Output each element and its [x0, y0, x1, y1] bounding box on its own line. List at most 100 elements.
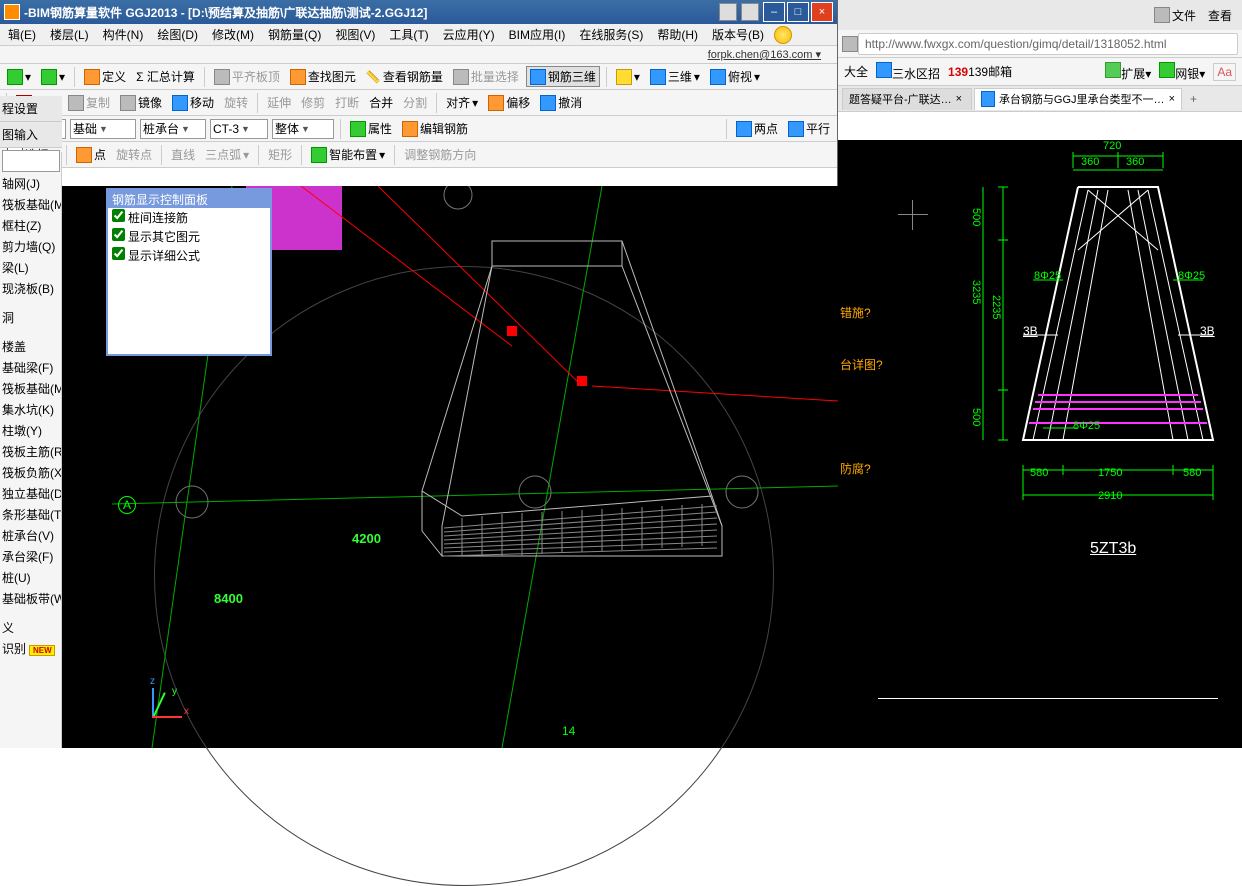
menu-view[interactable]: 视图(V)	[331, 24, 379, 45]
attr-btn[interactable]: 属性	[347, 118, 395, 139]
menu-help[interactable]: 帮助(H)	[653, 24, 702, 45]
sub-dd[interactable]: 桩承台▼	[140, 119, 206, 139]
menu-bim[interactable]: BIM应用(I)	[505, 24, 570, 45]
trim-btn[interactable]: 修剪	[298, 92, 328, 113]
rebar-display-panel[interactable]: 钢筋显示控制面板 桩间连接筋 显示其它图元 显示详细公式	[106, 188, 272, 356]
edit-rebar-btn[interactable]: 编辑钢筋	[399, 118, 471, 139]
panel-title[interactable]: 钢筋显示控制面板	[108, 190, 270, 208]
define-btn[interactable]: 定义	[81, 66, 129, 87]
tab-1[interactable]: 题答疑平台-广联达…×	[842, 88, 972, 110]
rect-btn[interactable]: 矩形	[265, 144, 295, 165]
scope-dd[interactable]: 整体▼	[272, 119, 334, 139]
url-input[interactable]: http://www.fwxgx.com/question/gimq/detai…	[858, 33, 1238, 55]
rotpt-btn[interactable]: 旋转点	[113, 144, 155, 165]
level-btn[interactable]: 平齐板顶	[211, 66, 283, 87]
bm-bank[interactable]: 网银▾	[1159, 62, 1205, 82]
smiley-icon[interactable]	[774, 26, 792, 44]
close-tab-icon[interactable]: ×	[1169, 93, 1175, 105]
side-item[interactable]: 基础梁(F)	[0, 357, 61, 378]
code-dd[interactable]: CT-3▼	[210, 119, 268, 139]
menu-online[interactable]: 在线服务(S)	[575, 24, 647, 45]
batch-btn[interactable]: 批量选择	[450, 66, 522, 87]
cb-show-other[interactable]: 显示其它图元	[108, 227, 270, 246]
close-button[interactable]: ×	[811, 2, 833, 22]
browser-file[interactable]: 文件	[1154, 7, 1196, 24]
mirror-btn[interactable]: 镜像	[117, 92, 165, 113]
side-item[interactable]: 框柱(Z)	[0, 215, 61, 236]
smart-btn[interactable]: 智能布置▾	[308, 144, 388, 165]
twopt-btn[interactable]: 两点	[733, 118, 781, 139]
side-item[interactable]: 剪力墙(Q)	[0, 236, 61, 257]
side-item[interactable]: 识别 NEW	[0, 638, 61, 659]
parallel-btn[interactable]: 平行	[785, 118, 833, 139]
cb-span-rebar[interactable]: 桩间连接筋	[108, 208, 270, 227]
side-input[interactable]	[2, 150, 60, 172]
point-btn[interactable]: 点	[73, 144, 109, 165]
merge-btn[interactable]: 合并	[366, 92, 396, 113]
side-item[interactable]: 筏板负筋(X)	[0, 462, 61, 483]
user-email[interactable]: forpk.chen@163.com ▾	[708, 48, 829, 61]
side-item[interactable]: 梁(L)	[0, 257, 61, 278]
menu-modify[interactable]: 修改(M)	[208, 24, 258, 45]
side-item[interactable]: 轴网(J)	[0, 173, 61, 194]
sum-btn[interactable]: Σ 汇总计算	[133, 66, 198, 87]
close-tab-icon[interactable]: ×	[956, 93, 962, 105]
view3d-btn[interactable]: 三维▾	[647, 66, 703, 87]
break-btn[interactable]: 打断	[332, 92, 362, 113]
type-dd[interactable]: 基础▼	[70, 119, 136, 139]
bm-ext[interactable]: 扩展▾	[1105, 62, 1151, 82]
menu-edit[interactable]: 辑(E)	[4, 24, 40, 45]
extra-icon-a[interactable]	[719, 3, 737, 21]
bm-a2[interactable]: 139139邮箱	[948, 63, 1012, 80]
side-item[interactable]: 筏板基础(M)	[0, 194, 61, 215]
side-item[interactable]: 桩(U)	[0, 567, 61, 588]
side-item[interactable]: 楼盖	[0, 336, 61, 357]
extra-icon-b[interactable]	[741, 3, 759, 21]
adjust-btn[interactable]: 调整钢筋方向	[401, 144, 479, 165]
fwd-btn[interactable]: ▾	[38, 67, 68, 87]
cb-show-formula[interactable]: 显示详细公式	[108, 246, 270, 265]
back-btn[interactable]: ▾	[4, 67, 34, 87]
side-item[interactable]: 基础板带(W)	[0, 588, 61, 609]
menu-component[interactable]: 构件(N)	[99, 24, 148, 45]
browser-view[interactable]: 查看	[1208, 7, 1232, 24]
tab-2[interactable]: 承台钢筋与GGJ里承台类型不一…×	[974, 88, 1182, 110]
filter-btn[interactable]: ▾	[613, 67, 643, 87]
menu-cloud[interactable]: 云应用(Y)	[439, 24, 499, 45]
extend-btn[interactable]: 延伸	[264, 92, 294, 113]
find-btn[interactable]: 查找图元	[287, 66, 359, 87]
offset-btn[interactable]: 偏移	[485, 92, 533, 113]
side-item[interactable]: 条形基础(T)	[0, 504, 61, 525]
side-item[interactable]: 承台梁(F)	[0, 546, 61, 567]
maximize-button[interactable]: □	[787, 2, 809, 22]
rotate-btn[interactable]: 旋转	[221, 92, 251, 113]
align-btn[interactable]: 对齐▾	[443, 92, 481, 113]
side-item[interactable]: 独立基础(D)	[0, 483, 61, 504]
sideview-btn[interactable]: 俯视▾	[707, 66, 763, 87]
arc-btn[interactable]: 三点弧▾	[202, 144, 252, 165]
bm-a1[interactable]: 三水区招	[876, 62, 940, 82]
undo-btn[interactable]: 撤消	[537, 92, 585, 113]
menu-rebar[interactable]: 钢筋量(Q)	[264, 24, 325, 45]
menu-draw[interactable]: 绘图(D)	[153, 24, 202, 45]
minimize-button[interactable]: –	[763, 2, 785, 22]
line-btn[interactable]: 直线	[168, 144, 198, 165]
move-btn[interactable]: 移动	[169, 92, 217, 113]
aa-btn[interactable]: Aa	[1213, 63, 1236, 81]
new-tab-btn[interactable]: +	[1184, 92, 1203, 106]
split-btn[interactable]: 分割	[400, 92, 430, 113]
side-item[interactable]: 集水坑(K)	[0, 399, 61, 420]
side-item[interactable]: 桩承台(V)	[0, 525, 61, 546]
copy-btn[interactable]: 复制	[65, 92, 113, 113]
menu-tool[interactable]: 工具(T)	[385, 24, 432, 45]
side-item[interactable]: 义	[0, 617, 61, 638]
cad-viewport[interactable]: 错施? 台详图? 防腐?	[838, 140, 1242, 748]
side-item[interactable]: 柱墩(Y)	[0, 420, 61, 441]
side-item[interactable]: 现浇板(B)	[0, 278, 61, 299]
side-item[interactable]: 筏板基础(M)	[0, 378, 61, 399]
side-item[interactable]: 筏板主筋(R)	[0, 441, 61, 462]
check-btn[interactable]: 📏查看钢筋量	[363, 66, 446, 87]
side-item[interactable]: 洞	[0, 307, 61, 328]
rebar3d-btn[interactable]: 钢筋三维	[526, 66, 600, 87]
menu-floor[interactable]: 楼层(L)	[46, 24, 93, 45]
